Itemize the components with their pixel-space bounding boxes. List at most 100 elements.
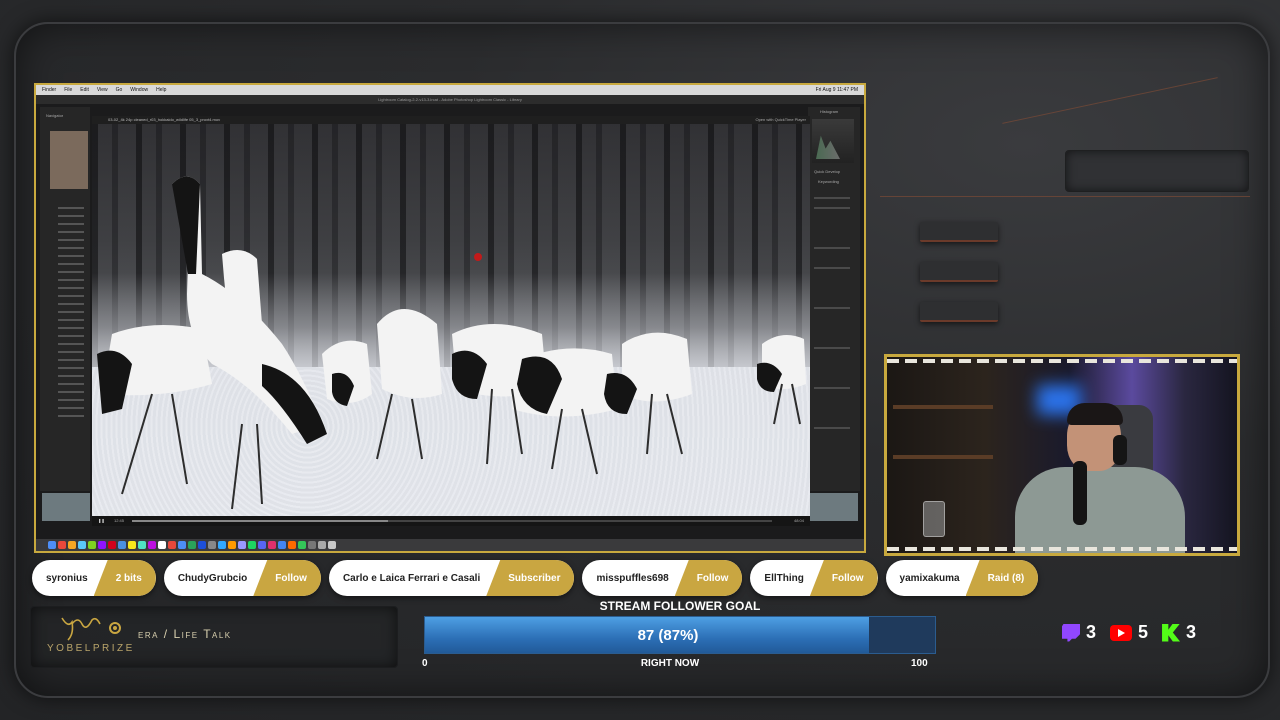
- app-icon[interactable]: [128, 541, 136, 549]
- app-icon[interactable]: [288, 541, 296, 549]
- panel-row[interactable]: [814, 197, 850, 199]
- app-icon[interactable]: [98, 541, 106, 549]
- lightroom-right-panel: Histogram Quick Develop Keywording: [808, 107, 860, 491]
- folder-row[interactable]: [58, 255, 84, 257]
- app-icon[interactable]: [118, 541, 126, 549]
- app-icon[interactable]: [308, 541, 316, 549]
- app-icon[interactable]: [238, 541, 246, 549]
- folder-row[interactable]: [58, 351, 84, 353]
- app-icon[interactable]: [298, 541, 306, 549]
- app-icon[interactable]: [168, 541, 176, 549]
- app-icon[interactable]: [248, 541, 256, 549]
- folder-row[interactable]: [58, 223, 84, 225]
- folder-row[interactable]: [58, 335, 84, 337]
- panel-row[interactable]: [814, 427, 850, 429]
- app-icon[interactable]: [178, 541, 186, 549]
- app-icon[interactable]: [268, 541, 276, 549]
- navigator-label[interactable]: Navigator: [46, 113, 63, 118]
- decorative-slat: [920, 262, 998, 282]
- kick-stat: 3: [1162, 622, 1196, 643]
- play-pause-icon[interactable]: ❚❚: [98, 516, 105, 526]
- kick-icon: [1162, 623, 1181, 642]
- event-type: 2 bits: [93, 560, 156, 596]
- app-icon[interactable]: [188, 541, 196, 549]
- app-icon[interactable]: [138, 541, 146, 549]
- app-icon[interactable]: [78, 541, 86, 549]
- event-user: syronius: [46, 572, 88, 584]
- folder-row[interactable]: [58, 367, 84, 369]
- panel-row[interactable]: [814, 267, 850, 269]
- app-icon[interactable]: [258, 541, 266, 549]
- finder-icon[interactable]: [48, 541, 56, 549]
- filmstrip-thumbnail[interactable]: [810, 493, 858, 521]
- menu-item-edit[interactable]: Edit: [80, 85, 89, 95]
- panel-row[interactable]: [814, 247, 850, 249]
- app-icon[interactable]: [58, 541, 66, 549]
- app-icon[interactable]: [318, 541, 326, 549]
- event-pill: EllThing Follow: [750, 560, 878, 596]
- app-icon[interactable]: [208, 541, 216, 549]
- folder-row[interactable]: [58, 383, 84, 385]
- app-icon[interactable]: [88, 541, 96, 549]
- app-icon[interactable]: [68, 541, 76, 549]
- histogram-chart: [812, 119, 854, 163]
- folder-row[interactable]: [58, 263, 84, 265]
- folder-row[interactable]: [58, 207, 84, 209]
- folder-row[interactable]: [58, 231, 84, 233]
- folder-row[interactable]: [58, 303, 84, 305]
- event-type: Follow: [809, 560, 878, 596]
- event-pill: ChudyGrubcio Follow: [163, 560, 321, 596]
- folder-row[interactable]: [58, 327, 84, 329]
- menu-item-view[interactable]: View: [97, 85, 108, 95]
- folder-row[interactable]: [58, 399, 84, 401]
- panel-row[interactable]: [814, 347, 850, 349]
- quicktime-titlebar: 03-02_4k 24p cleaned_r03_hokkaido_wildli…: [92, 116, 810, 124]
- drinking-glass: [923, 501, 945, 537]
- folder-row[interactable]: [58, 239, 84, 241]
- folder-row[interactable]: [58, 247, 84, 249]
- video-scrubber[interactable]: [132, 520, 772, 522]
- folder-row[interactable]: [58, 279, 84, 281]
- app-icon[interactable]: [218, 541, 226, 549]
- folder-row[interactable]: [58, 311, 84, 313]
- shelf: [893, 405, 993, 409]
- app-icon[interactable]: [148, 541, 156, 549]
- folder-row[interactable]: [58, 319, 84, 321]
- app-icon[interactable]: [108, 541, 116, 549]
- keywording-label[interactable]: Keywording: [818, 179, 839, 184]
- folder-row[interactable]: [58, 375, 84, 377]
- folder-row[interactable]: [58, 343, 84, 345]
- menu-item-window[interactable]: Window: [130, 85, 148, 95]
- menu-item-go[interactable]: Go: [116, 85, 123, 95]
- goal-title: STREAM FOLLOWER GOAL: [599, 599, 761, 613]
- menu-item-finder[interactable]: Finder: [42, 85, 56, 95]
- app-icon[interactable]: [158, 541, 166, 549]
- event-type: Raid (8): [965, 560, 1039, 596]
- histogram-label[interactable]: Histogram: [820, 109, 838, 114]
- event-pill: yamixakuma Raid (8): [885, 560, 1039, 596]
- decorative-panel: [1065, 150, 1249, 192]
- folder-row[interactable]: [58, 215, 84, 217]
- filmstrip-thumbnail[interactable]: [42, 493, 90, 521]
- trash-icon[interactable]: [328, 541, 336, 549]
- folder-row[interactable]: [58, 271, 84, 273]
- current-time: 12:45: [114, 518, 125, 523]
- panel-row[interactable]: [814, 307, 850, 309]
- menu-item-help[interactable]: Help: [156, 85, 166, 95]
- panel-row[interactable]: [814, 387, 850, 389]
- quick-develop-label[interactable]: Quick Develop: [814, 169, 840, 174]
- app-icon[interactable]: [278, 541, 286, 549]
- panel-row[interactable]: [814, 207, 850, 209]
- folder-row[interactable]: [58, 295, 84, 297]
- folder-row[interactable]: [58, 415, 84, 417]
- folder-row[interactable]: [58, 391, 84, 393]
- folder-row[interactable]: [58, 407, 84, 409]
- quicktime-filename: 03-02_4k 24p cleaned_r03_hokkaido_wildli…: [108, 117, 221, 122]
- event-user: EllThing: [764, 572, 804, 584]
- folder-row[interactable]: [58, 359, 84, 361]
- folder-row[interactable]: [58, 287, 84, 289]
- open-with-quicktime-button[interactable]: Open with QuickTime Player: [755, 116, 806, 124]
- app-icon[interactable]: [198, 541, 206, 549]
- app-icon[interactable]: [228, 541, 236, 549]
- menu-item-file[interactable]: File: [64, 85, 72, 95]
